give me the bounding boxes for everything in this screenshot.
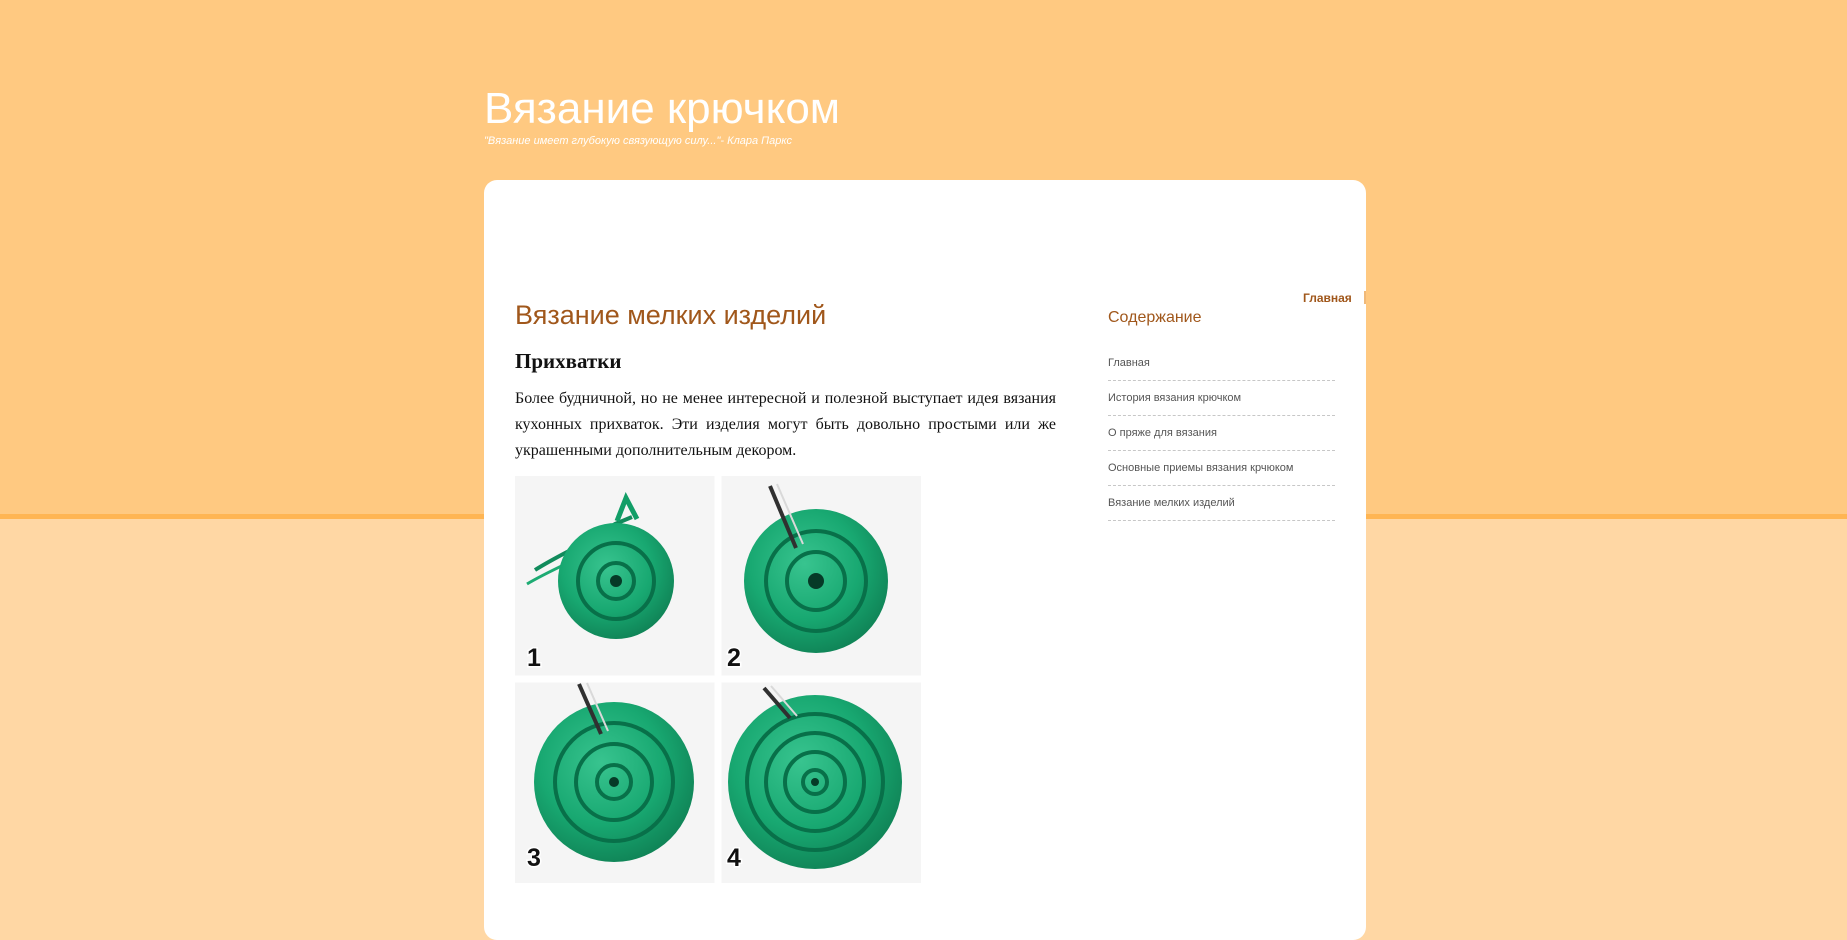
article-paragraph: Более будничной, но не менее интересной … (515, 390, 1056, 459)
sidebar-link-small-items[interactable]: Вязание мелких изделий (1108, 497, 1235, 509)
sidebar-link-history[interactable]: История вязания крючком (1108, 392, 1241, 404)
section-heading: Прихватки (515, 349, 622, 373)
step-number-label: 3 (527, 844, 541, 872)
site-title[interactable]: Вязание крючком (484, 84, 840, 134)
step-number-label: 4 (727, 844, 741, 872)
nav-divider (1364, 291, 1366, 304)
sidebar-item-home: Главная (1108, 346, 1335, 381)
sidebar-link-home[interactable]: Главная (1108, 357, 1150, 369)
article-title: Вязание мелких изделий (515, 300, 827, 330)
sidebar-item-history: История вязания крючком (1108, 381, 1335, 416)
sidebar-link-yarn[interactable]: О пряже для вязания (1108, 427, 1217, 439)
sidebar-title: Содержание (1108, 309, 1202, 326)
nav-home-link[interactable]: Главная (1303, 291, 1352, 305)
step-number-label: 2 (727, 644, 741, 672)
site-tagline: "Вязание имеет глубокую связующую силу..… (484, 135, 792, 147)
sidebar-item-yarn: О пряже для вязания (1108, 416, 1335, 451)
sidebar-link-basics[interactable]: Основные приемы вязания крчюком (1108, 462, 1293, 474)
step-number-label: 1 (527, 644, 541, 672)
sidebar-item-basics: Основные приемы вязания крчюком (1108, 451, 1335, 486)
sidebar-item-small-items: Вязание мелких изделий (1108, 486, 1335, 521)
crochet-steps-photo: 1 2 3 4 (515, 476, 921, 883)
sidebar-nav: Главная История вязания крючком О пряже … (1108, 346, 1335, 521)
